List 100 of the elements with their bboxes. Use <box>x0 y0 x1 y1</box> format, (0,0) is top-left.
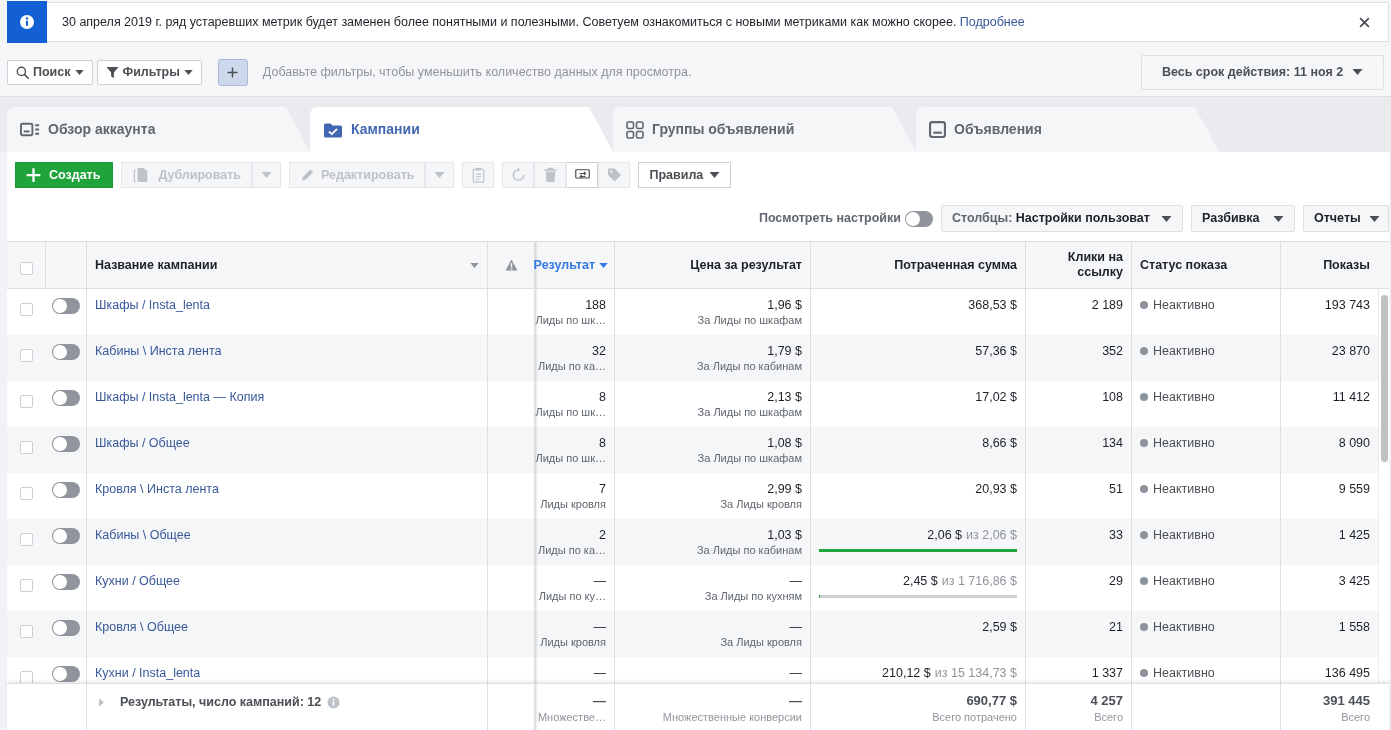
close-button[interactable] <box>1359 16 1370 28</box>
checkbox[interactable] <box>20 395 33 408</box>
caret-icon <box>1161 215 1172 222</box>
column-header[interactable]: Название кампании <box>95 257 218 273</box>
tablet-icon <box>929 121 946 138</box>
status-text: Неактивно <box>1153 435 1215 451</box>
result-type-text: Лиды по шк… <box>535 451 606 466</box>
column-header[interactable]: Показы <box>1323 257 1370 273</box>
summary-spent-value: 690,77 $ <box>966 693 1017 709</box>
toggle-switch[interactable] <box>52 436 80 452</box>
checkbox[interactable] <box>20 625 33 638</box>
cost-value: — <box>789 573 802 589</box>
clicks-value: 51 <box>1109 481 1123 497</box>
search-button[interactable]: Поиск <box>7 59 93 85</box>
result-value: 2 <box>599 527 606 543</box>
more-link[interactable]: Подробнее <box>959 14 1025 29</box>
campaign-name-link[interactable]: Кровля \ Инста лента <box>95 481 479 497</box>
checkbox[interactable] <box>20 671 33 683</box>
clicks-value: 1 337 <box>1091 665 1123 681</box>
swap-button[interactable] <box>566 162 599 188</box>
tab[interactable]: Обзор аккаунта <box>7 107 310 152</box>
refresh-icon <box>511 167 526 183</box>
toggle-switch[interactable] <box>52 390 80 406</box>
clicks-value: 33 <box>1109 527 1123 543</box>
impressions-value: 193 743 <box>1324 297 1370 313</box>
cost-type-text: За Лиды кровля <box>720 497 802 512</box>
reports-button[interactable]: Отчеты <box>1303 205 1389 232</box>
cost-value: 1,03 $ <box>767 527 802 543</box>
tab[interactable]: Объявления <box>916 107 1219 152</box>
checkbox[interactable] <box>19 262 33 275</box>
info-icon <box>327 695 341 709</box>
toggle-switch[interactable] <box>52 344 80 360</box>
funnel-icon <box>105 65 119 79</box>
checkbox[interactable] <box>20 533 33 546</box>
rules-button[interactable]: Правила <box>638 162 732 188</box>
spent-value: 2,59 $ <box>982 619 1017 635</box>
cost-type-text: За Лиды по шкафам <box>697 405 802 420</box>
toggle-switch[interactable] <box>52 298 80 314</box>
result-type-text: Лиды по шк… <box>535 405 606 420</box>
campaign-name-link[interactable]: Шкафы / Insta_lenta <box>95 297 479 313</box>
column-header[interactable]: Результат <box>533 257 595 273</box>
column-header[interactable]: Цена за результат <box>690 257 802 273</box>
clicks-value: 29 <box>1109 573 1123 589</box>
campaign-name-link[interactable]: Кухни / Insta_lenta <box>95 665 479 681</box>
column-header[interactable]: Статус показа <box>1140 257 1228 273</box>
campaign-name-link[interactable]: Шкафы / Insta_lenta — Копия <box>95 389 479 405</box>
cost-value: — <box>789 619 802 635</box>
checkbox[interactable] <box>20 487 33 500</box>
spent-value: 8,66 $ <box>982 435 1017 451</box>
tag-icon <box>607 167 622 183</box>
add-filter-button[interactable] <box>217 58 248 86</box>
tab[interactable]: Кампании <box>310 107 613 152</box>
checkbox[interactable] <box>20 441 33 454</box>
caret-icon <box>434 172 446 178</box>
scrollbar-thumb[interactable] <box>1381 295 1388 462</box>
caret-icon <box>74 69 84 75</box>
toggle-switch[interactable] <box>52 620 80 636</box>
tab[interactable]: Группы объявлений <box>613 107 916 152</box>
summary-note-text: Всего <box>1094 710 1123 725</box>
result-value: 188 <box>585 297 606 313</box>
view-settings-label: Посмотреть настройки <box>758 210 901 228</box>
toggle-switch[interactable] <box>52 574 80 590</box>
cost-value: 1,79 $ <box>767 343 802 359</box>
clicks-value: 21 <box>1109 619 1123 635</box>
result-value: — <box>593 619 606 635</box>
columns-button[interactable]: Столбцы: Настройки пользоват <box>941 205 1183 232</box>
close-icon <box>1359 16 1370 28</box>
checkbox[interactable] <box>20 579 33 592</box>
toggle-switch[interactable] <box>905 210 933 227</box>
column-header[interactable]: Потраченная сумма <box>894 257 1017 273</box>
campaign-name-link[interactable]: Кухни / Общее <box>95 573 479 589</box>
date-range-button[interactable]: Весь срок действия: 11 ноя 2 <box>1141 54 1384 90</box>
scrollbar[interactable] <box>1378 289 1389 683</box>
checkbox[interactable] <box>20 303 33 316</box>
toggle-switch[interactable] <box>52 666 80 682</box>
caret-icon <box>1273 215 1284 222</box>
campaign-name-link[interactable]: Кровля \ Общее <box>95 619 479 635</box>
breakdown-button[interactable]: Разбивка <box>1191 205 1295 232</box>
result-value: 7 <box>599 481 606 497</box>
result-type-text: Лиды по ка… <box>537 543 606 558</box>
toggle-switch[interactable] <box>52 482 80 498</box>
filters-button[interactable]: Фильтры <box>96 59 202 85</box>
clicks-value: 352 <box>1102 343 1123 359</box>
summary-label: Результаты, число кампаний: 12 <box>120 694 322 711</box>
impressions-value: 9 559 <box>1338 481 1370 497</box>
checkbox[interactable] <box>20 349 33 362</box>
clipboard-icon <box>471 167 486 183</box>
impressions-value: 1 558 <box>1338 619 1370 635</box>
spent-value: 20,93 $ <box>975 481 1017 497</box>
impressions-value: 8 090 <box>1338 435 1370 451</box>
campaign-name-link[interactable]: Кабины \ Инста лента <box>95 343 479 359</box>
campaign-name-link[interactable]: Шкафы / Общее <box>95 435 479 451</box>
toggle-switch[interactable] <box>52 528 80 544</box>
spent-value: 2,06 $ <box>927 527 963 543</box>
column-header[interactable]: Клики на ссылку <box>1034 250 1123 280</box>
expand-arrow-icon[interactable] <box>99 697 104 707</box>
result-type-text: Лиды по ка… <box>537 359 606 374</box>
status-text: Неактивно <box>1153 343 1215 359</box>
campaign-name-link[interactable]: Кабины \ Общее <box>95 527 479 543</box>
plus-icon <box>227 66 239 78</box>
